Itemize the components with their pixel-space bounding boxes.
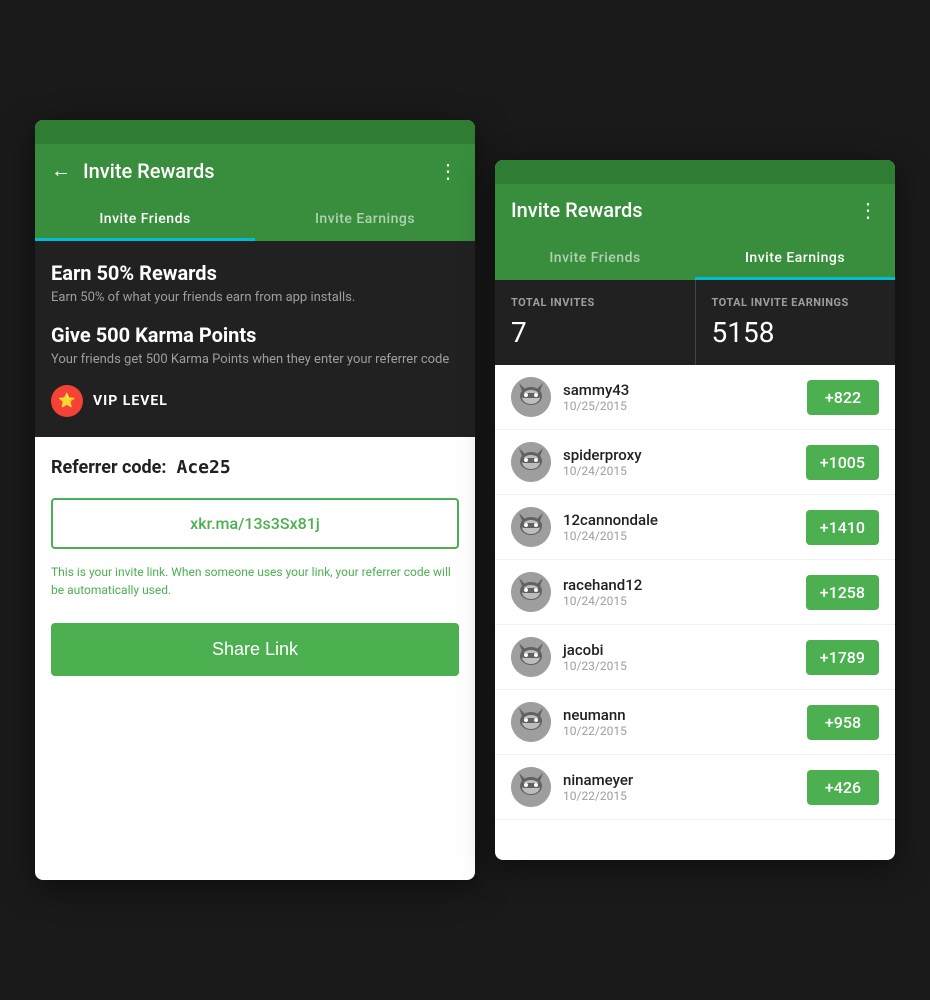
invite-username: ninameyer bbox=[563, 771, 795, 789]
invite-list-item: spiderproxy 10/24/2015 +1005 bbox=[495, 430, 895, 495]
invite-link-box[interactable]: xkr.ma/13s3Sx81j bbox=[51, 498, 459, 549]
avatar bbox=[511, 637, 551, 677]
status-bar bbox=[35, 120, 475, 144]
invite-info: spiderproxy 10/24/2015 bbox=[563, 446, 794, 478]
invite-username: racehand12 bbox=[563, 576, 794, 594]
earn-description: Earn 50% of what your friends earn from … bbox=[51, 289, 459, 307]
invite-username: jacobi bbox=[563, 641, 794, 659]
avatar bbox=[511, 767, 551, 807]
invite-points-badge: +1410 bbox=[806, 510, 879, 545]
more-options-icon-right[interactable]: ⋮ bbox=[858, 198, 879, 222]
more-options-icon[interactable]: ⋮ bbox=[438, 159, 459, 183]
dark-content: Earn 50% Rewards Earn 50% of what your f… bbox=[35, 241, 475, 437]
invite-username: neumann bbox=[563, 706, 795, 724]
left-tabs: Invite Friends Invite Earnings bbox=[35, 197, 475, 241]
total-invites-box: TOTAL INVITES 7 bbox=[495, 280, 696, 365]
invite-points-badge: +822 bbox=[807, 380, 879, 415]
invite-info: 12cannondale 10/24/2015 bbox=[563, 511, 794, 543]
earn-title: Earn 50% Rewards bbox=[51, 261, 459, 285]
invite-points-badge: +1258 bbox=[806, 575, 879, 610]
invite-date: 10/24/2015 bbox=[563, 594, 794, 608]
vip-label: VIP LEVEL bbox=[93, 393, 168, 409]
referrer-code-value: Ace25 bbox=[176, 457, 230, 478]
invite-list-item: ninameyer 10/22/2015 +426 bbox=[495, 755, 895, 820]
invite-username: sammy43 bbox=[563, 381, 795, 399]
share-link-button[interactable]: Share Link bbox=[51, 623, 459, 676]
tab-invite-friends-left[interactable]: Invite Friends bbox=[35, 197, 255, 241]
invite-list-item: neumann 10/22/2015 +958 bbox=[495, 690, 895, 755]
invite-points-badge: +1789 bbox=[806, 640, 879, 675]
invite-list-item: 12cannondale 10/24/2015 +1410 bbox=[495, 495, 895, 560]
white-content: Referrer code: Ace25 xkr.ma/13s3Sx81j Th… bbox=[35, 437, 475, 696]
invite-username: 12cannondale bbox=[563, 511, 794, 529]
karma-title: Give 500 Karma Points bbox=[51, 323, 459, 347]
invite-info: racehand12 10/24/2015 bbox=[563, 576, 794, 608]
avatar bbox=[511, 377, 551, 417]
left-phone: ← Invite Rewards ⋮ Invite Friends Invite… bbox=[35, 120, 475, 880]
right-header-title: Invite Rewards bbox=[511, 198, 643, 222]
avatar bbox=[511, 442, 551, 482]
invite-date: 10/24/2015 bbox=[563, 529, 794, 543]
vip-row: ⭐ VIP LEVEL bbox=[51, 385, 459, 417]
total-earnings-label: TOTAL INVITE EARNINGS bbox=[712, 296, 880, 310]
right-header: Invite Rewards ⋮ bbox=[495, 184, 895, 236]
avatar bbox=[511, 702, 551, 742]
invite-list-item: sammy43 10/25/2015 +822 bbox=[495, 365, 895, 430]
invite-points-badge: +426 bbox=[807, 770, 879, 805]
referrer-row: Referrer code: Ace25 bbox=[51, 457, 459, 478]
tab-invite-earnings-left[interactable]: Invite Earnings bbox=[255, 197, 475, 241]
invite-points-badge: +958 bbox=[807, 705, 879, 740]
total-invites-label: TOTAL INVITES bbox=[511, 296, 679, 310]
invite-list-item: racehand12 10/24/2015 +1258 bbox=[495, 560, 895, 625]
total-invites-value: 7 bbox=[511, 316, 679, 349]
left-header: ← Invite Rewards ⋮ bbox=[35, 144, 475, 197]
invite-date: 10/25/2015 bbox=[563, 399, 795, 413]
invite-date: 10/22/2015 bbox=[563, 724, 795, 738]
stats-row: TOTAL INVITES 7 TOTAL INVITE EARNINGS 51… bbox=[495, 280, 895, 365]
invite-list: sammy43 10/25/2015 +822 bbox=[495, 365, 895, 820]
invite-date: 10/23/2015 bbox=[563, 659, 794, 673]
app-container: ← Invite Rewards ⋮ Invite Friends Invite… bbox=[5, 60, 925, 940]
invite-info: jacobi 10/23/2015 bbox=[563, 641, 794, 673]
avatar bbox=[511, 572, 551, 612]
back-icon[interactable]: ← bbox=[51, 158, 71, 183]
vip-badge-icon: ⭐ bbox=[51, 385, 83, 417]
invite-info: ninameyer 10/22/2015 bbox=[563, 771, 795, 803]
right-tabs: Invite Friends Invite Earnings bbox=[495, 236, 895, 280]
karma-description: Your friends get 500 Karma Points when t… bbox=[51, 351, 459, 369]
invite-points-badge: +1005 bbox=[806, 445, 879, 480]
tab-invite-friends-right[interactable]: Invite Friends bbox=[495, 236, 695, 280]
total-earnings-value: 5158 bbox=[712, 316, 880, 349]
invite-info: neumann 10/22/2015 bbox=[563, 706, 795, 738]
invite-list-item: jacobi 10/23/2015 +1789 bbox=[495, 625, 895, 690]
right-phone: Invite Rewards ⋮ Invite Friends Invite E… bbox=[495, 160, 895, 860]
invite-hint-text: This is your invite link. When someone u… bbox=[51, 563, 459, 599]
invite-link-text: xkr.ma/13s3Sx81j bbox=[190, 514, 320, 533]
referrer-label: Referrer code: bbox=[51, 457, 166, 478]
invite-date: 10/24/2015 bbox=[563, 464, 794, 478]
invite-username: spiderproxy bbox=[563, 446, 794, 464]
status-bar-right bbox=[495, 160, 895, 184]
total-earnings-box: TOTAL INVITE EARNINGS 5158 bbox=[696, 280, 896, 365]
invite-date: 10/22/2015 bbox=[563, 789, 795, 803]
left-header-title: Invite Rewards bbox=[83, 159, 215, 183]
invite-info: sammy43 10/25/2015 bbox=[563, 381, 795, 413]
header-left: ← Invite Rewards bbox=[51, 158, 215, 183]
tab-invite-earnings-right[interactable]: Invite Earnings bbox=[695, 236, 895, 280]
avatar bbox=[511, 507, 551, 547]
